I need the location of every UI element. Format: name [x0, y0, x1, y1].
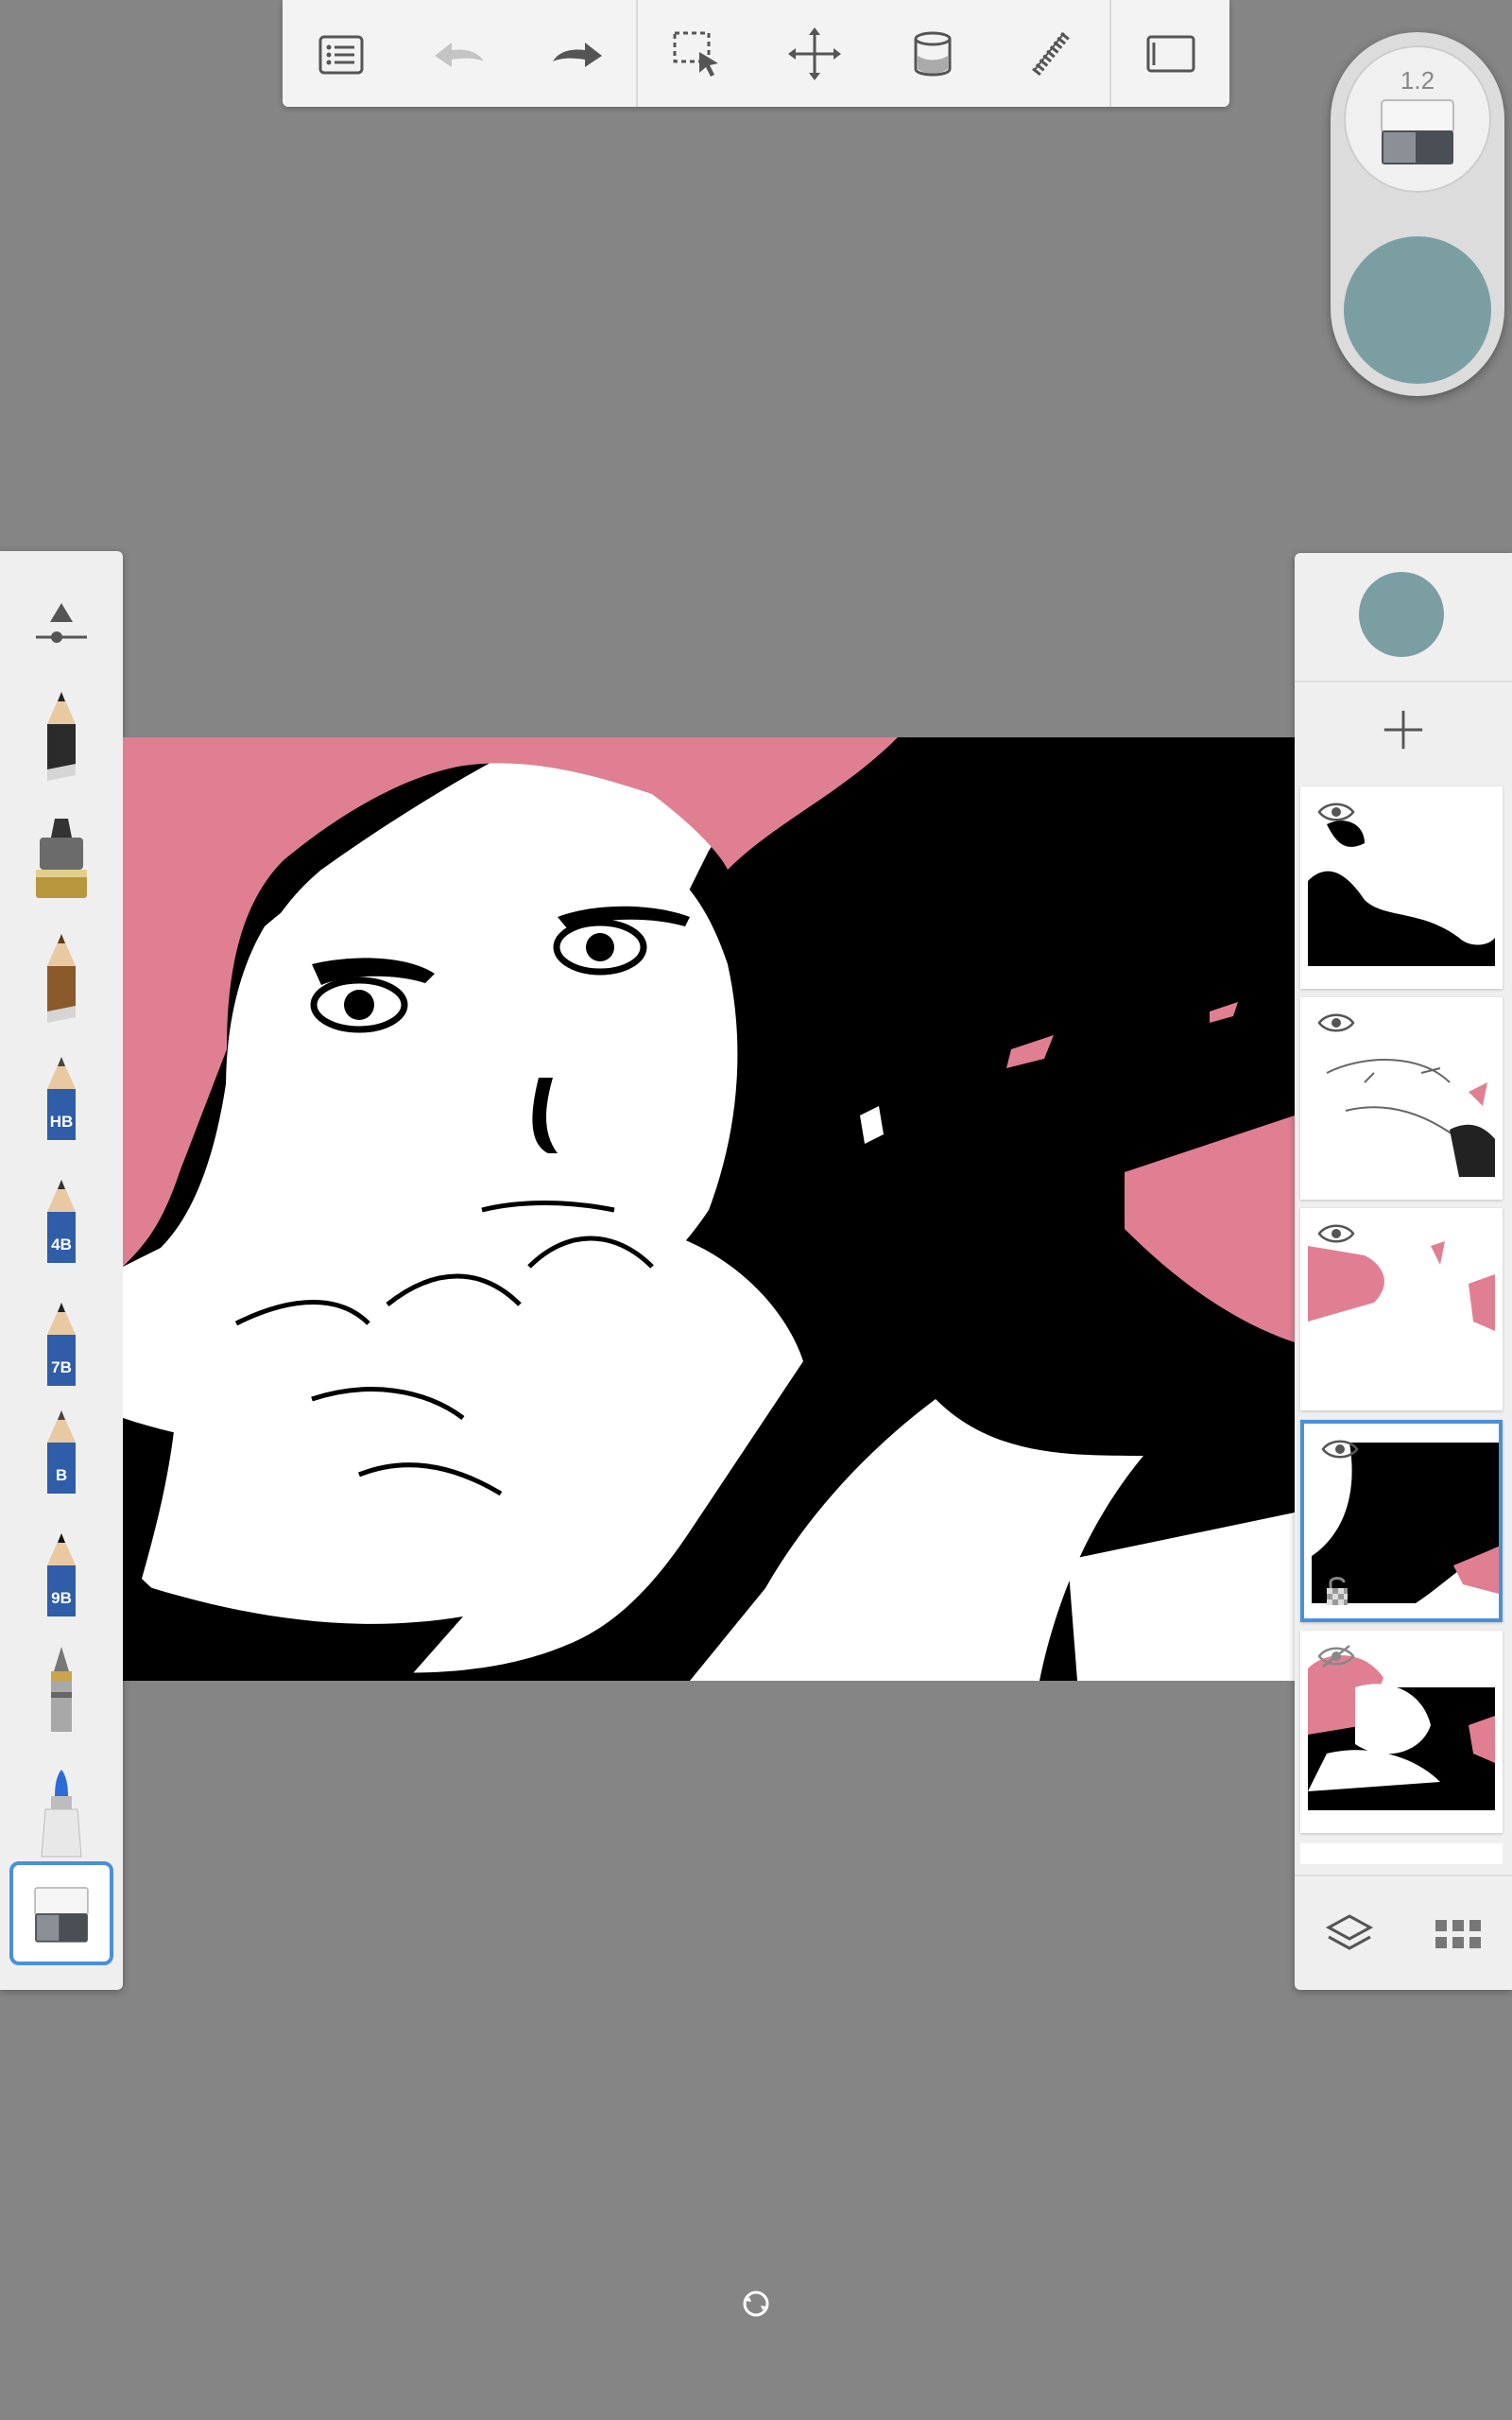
brush-felt-marker[interactable]: [9, 1761, 113, 1865]
fill-bucket-button[interactable]: [874, 0, 992, 107]
layer-preview: [1308, 1227, 1495, 1388]
drawing-canvas[interactable]: [123, 737, 1295, 1681]
brush-label: 7B: [51, 1358, 72, 1376]
lock-icon: [1327, 1577, 1348, 1605]
layer-preview: [1308, 1016, 1495, 1177]
list-menu-icon: [318, 35, 364, 74]
brush-label: B: [56, 1466, 67, 1484]
layer-color-swatch[interactable]: [1359, 572, 1444, 657]
layers-panel-footer: [1295, 1875, 1512, 1990]
add-layer-button[interactable]: [1295, 681, 1512, 777]
pencil-icon: B: [47, 1410, 76, 1494]
selection-icon: [673, 31, 718, 77]
undo-button[interactable]: [401, 0, 519, 107]
transform-icon: [788, 26, 842, 80]
layer-thumbnail[interactable]: [1300, 786, 1503, 989]
layers-panel: [1295, 553, 1512, 1990]
pencil-icon: [47, 692, 76, 781]
color-puck[interactable]: 1.2: [1331, 32, 1504, 396]
visibility-eye-icon[interactable]: [1321, 1437, 1359, 1461]
layer-preview: [1308, 805, 1495, 966]
zoom-level: 1.2: [1400, 66, 1435, 95]
brush-pencil-9b[interactable]: 9B: [9, 1525, 113, 1629]
pencil-icon: [47, 934, 76, 1023]
brush-toolbar: HB 4B 7B B 9B: [0, 551, 123, 1990]
ruler-icon: [1032, 31, 1070, 76]
brush-ballpoint-pen[interactable]: [9, 1638, 113, 1742]
selection-button[interactable]: [638, 0, 756, 107]
visibility-eye-icon[interactable]: [1317, 1221, 1355, 1246]
visibility-eye-icon[interactable]: [1317, 800, 1355, 824]
redo-icon: [552, 42, 602, 67]
layer-thumbnail[interactable]: [1300, 997, 1503, 1200]
marker-icon: [36, 819, 87, 898]
brush-pencil-hb[interactable]: HB: [9, 1048, 113, 1152]
layers-icon[interactable]: [1323, 1907, 1376, 1960]
layer-thumbnail[interactable]: [1300, 1208, 1503, 1410]
pencil-icon: 9B: [47, 1533, 76, 1616]
pencil-icon: 7B: [47, 1303, 76, 1386]
ballpoint-pen-icon: [51, 1647, 72, 1732]
eraser-icon: [34, 1887, 89, 1943]
visibility-eye-icon[interactable]: [1317, 1011, 1355, 1035]
brush-pencil-4b[interactable]: 4B: [9, 1171, 113, 1275]
artwork: [123, 737, 1295, 1681]
fill-bucket-icon: [914, 31, 952, 76]
fullscreen-icon: [1146, 35, 1195, 72]
layer-thumbnail[interactable]: [1300, 1631, 1503, 1833]
brush-pencil[interactable]: [9, 683, 113, 787]
fullscreen-button[interactable]: [1111, 0, 1229, 107]
brush-label: 9B: [51, 1589, 72, 1607]
current-color-swatch[interactable]: [1344, 236, 1491, 384]
felt-marker-icon: [41, 1770, 82, 1858]
transform-button[interactable]: [756, 0, 874, 107]
redo-button[interactable]: [519, 0, 637, 107]
layer-preview: [1308, 1650, 1495, 1810]
current-tool-button[interactable]: 1.2: [1344, 45, 1491, 193]
top-toolbar: [283, 0, 1229, 107]
brush-settings-icon: [36, 603, 87, 643]
brush-pencil[interactable]: [9, 925, 113, 1029]
brush-label: HB: [50, 1113, 74, 1131]
brush-marker[interactable]: [9, 804, 113, 908]
brush-settings-button[interactable]: [9, 570, 113, 674]
pencil-icon: 4B: [47, 1180, 76, 1263]
pencil-icon: HB: [47, 1057, 76, 1140]
layer-thumbnail-partial[interactable]: [1300, 1843, 1503, 1864]
brush-pencil-7b[interactable]: 7B: [9, 1294, 113, 1398]
grid-menu-icon[interactable]: [1432, 1907, 1485, 1960]
ruler-button[interactable]: [992, 0, 1110, 107]
plus-icon: [1383, 710, 1423, 750]
brush-pencil-b[interactable]: B: [9, 1402, 113, 1506]
brush-label: 4B: [51, 1236, 72, 1253]
list-menu-button[interactable]: [283, 0, 401, 107]
layer-thumbnail-selected[interactable]: [1300, 1420, 1503, 1622]
undo-icon: [435, 42, 485, 67]
brush-eraser[interactable]: [9, 1861, 113, 1965]
visibility-hidden-icon[interactable]: [1317, 1644, 1355, 1668]
canvas-rotation-icon[interactable]: [740, 2288, 772, 2320]
